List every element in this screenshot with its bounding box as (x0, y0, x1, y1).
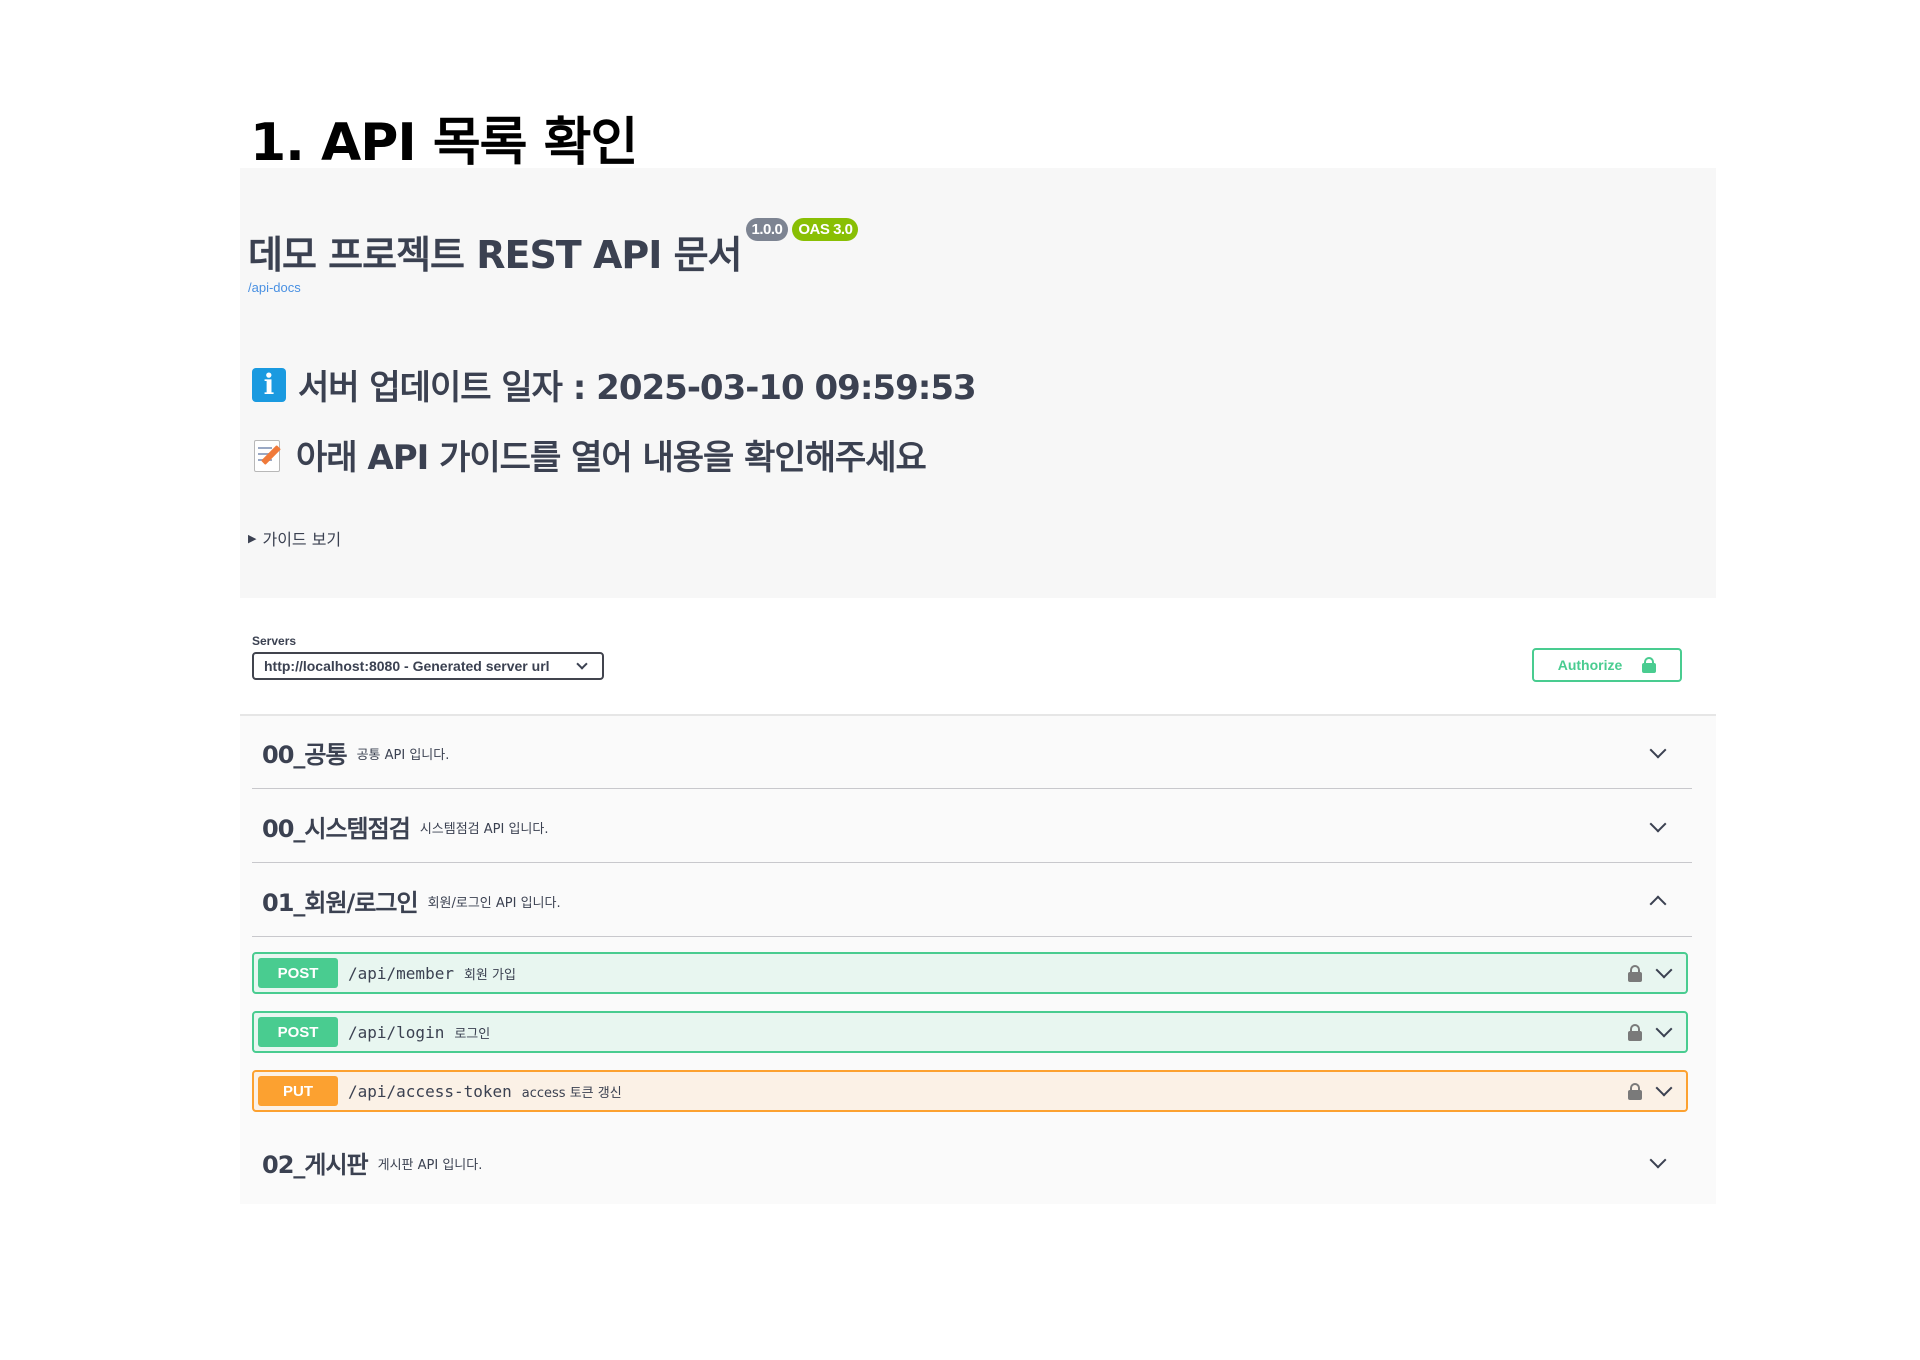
servers-label: Servers (252, 634, 297, 648)
servers-select[interactable]: http://localhost:8080 - Generated server… (252, 652, 604, 680)
servers-bar: Servers http://localhost:8080 - Generate… (240, 598, 1716, 716)
tag-header[interactable]: 00_시스템점검 시스템점검 API 입니다. (252, 790, 1692, 863)
operation-row[interactable]: POST /api/member 회원 가입 (252, 952, 1688, 994)
tag-description: 게시판 API 입니다. (377, 1157, 483, 1173)
oas-badge: OAS 3.0 (792, 218, 859, 241)
tag-header[interactable]: 00_공통 공통 API 입니다. (252, 716, 1692, 789)
api-info-panel: 데모 프로젝트 REST API 문서 1.0.0 OAS 3.0 /api-d… (240, 168, 1716, 598)
operation-path: /api/access-token (348, 1081, 512, 1101)
unlocked-icon (1642, 657, 1657, 673)
chevron-down-icon[interactable] (1655, 1079, 1673, 1097)
update-date-line: i 서버 업데이트 일자 : 2025-03-10 09:59:53 (252, 360, 977, 409)
guide-notice-line: 아래 API 가이드를 열어 내용을 확인해주세요 (252, 430, 927, 479)
lock-icon[interactable] (1628, 1083, 1642, 1100)
tag-description: 시스템점검 API 입니다. (419, 821, 549, 837)
chevron-down-icon[interactable] (1649, 815, 1667, 833)
update-date-text: 서버 업데이트 일자 : 2025-03-10 09:59:53 (298, 368, 977, 408)
lock-icon[interactable] (1628, 965, 1642, 982)
chevron-down-icon[interactable] (1649, 741, 1667, 759)
method-badge: POST (258, 1017, 338, 1047)
tag-header[interactable]: 01_회원/로그인 회원/로그인 API 입니다. (252, 864, 1692, 937)
guide-toggle-label: 가이드 보기 (262, 530, 342, 549)
method-badge: PUT (258, 1076, 338, 1106)
memo-icon (252, 438, 284, 472)
chevron-down-icon (576, 658, 588, 670)
operation-row[interactable]: PUT /api/access-token access 토큰 갱신 (252, 1070, 1688, 1112)
api-docs-link[interactable]: /api-docs (248, 280, 301, 295)
operation-summary: 회원 가입 (463, 967, 516, 983)
operation-row[interactable]: POST /api/login 로그인 (252, 1011, 1688, 1053)
page-heading: 1. API 목록 확인 (250, 113, 638, 173)
disclosure-triangle-icon: ▶ (248, 531, 257, 545)
api-tag-list: 00_공통 공통 API 입니다. 00_시스템점검 시스템점검 API 입니다… (240, 716, 1716, 1204)
method-badge: POST (258, 958, 338, 988)
operation-summary: 로그인 (454, 1026, 491, 1042)
guide-toggle[interactable]: ▶ 가이드 보기 (248, 526, 341, 550)
lock-icon[interactable] (1628, 1024, 1642, 1041)
tag-description: 공통 API 입니다. (356, 747, 450, 763)
guide-notice-text: 아래 API 가이드를 열어 내용을 확인해주세요 (296, 438, 927, 478)
tag-name: 01_회원/로그인 (262, 888, 419, 917)
info-icon: i (252, 367, 286, 402)
authorize-button[interactable]: Authorize (1532, 648, 1682, 682)
api-title-text: 데모 프로젝트 REST API 문서 (248, 233, 743, 277)
operation-path: /api/member (348, 963, 454, 983)
tag-header[interactable]: 02_게시판 게시판 API 입니다. (252, 1126, 1692, 1198)
operation-summary: access 토큰 갱신 (521, 1085, 622, 1101)
tag-name: 00_시스템점검 (262, 814, 411, 843)
servers-select-value: http://localhost:8080 - Generated server… (264, 658, 550, 674)
version-badge: 1.0.0 (745, 218, 789, 241)
chevron-down-icon[interactable] (1655, 1020, 1673, 1038)
chevron-down-icon[interactable] (1649, 1151, 1667, 1169)
chevron-up-icon[interactable] (1649, 895, 1667, 913)
chevron-down-icon[interactable] (1655, 961, 1673, 979)
operation-path: /api/login (348, 1022, 445, 1042)
tag-name: 00_공통 (262, 740, 348, 769)
tag-name: 02_게시판 (262, 1150, 369, 1179)
authorize-label: Authorize (1557, 657, 1623, 673)
tag-description: 회원/로그인 API 입니다. (427, 895, 561, 911)
api-title: 데모 프로젝트 REST API 문서 1.0.0 OAS 3.0 (248, 218, 859, 279)
